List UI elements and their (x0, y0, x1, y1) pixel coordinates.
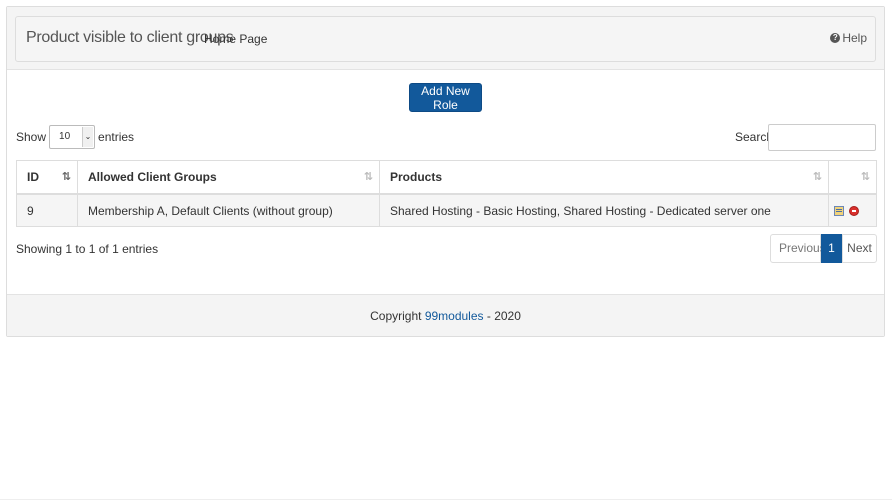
page-header: Product visible to client groups Home Pa… (15, 16, 876, 62)
cell-id: 9 (16, 193, 78, 227)
column-header-groups[interactable]: Allowed Client Groups ⇅ (77, 160, 380, 195)
page-1-button[interactable]: 1 (821, 234, 842, 263)
table-row: 9 Membership A, Default Clients (without… (16, 193, 877, 227)
search-input[interactable] (768, 124, 876, 151)
cell-groups: Membership A, Default Clients (without g… (77, 193, 380, 227)
sort-icon: ⇅ (812, 171, 822, 183)
sort-asc-icon: ⇅ (61, 171, 71, 183)
sort-icon: ⇅ (860, 171, 870, 183)
column-header-id[interactable]: ID ⇅ (16, 160, 78, 195)
sort-icon: ⇅ (363, 171, 373, 183)
next-page-button[interactable]: Next (842, 234, 877, 263)
chevron-down-icon: ⌄ (82, 127, 94, 147)
breadcrumb-home[interactable]: Home Page (204, 32, 267, 46)
delete-icon[interactable] (849, 206, 860, 217)
footer-prefix: Copyright (370, 309, 425, 323)
footer: Copyright 99modules - 2020 (7, 294, 884, 336)
help-label: Help (842, 31, 867, 45)
footer-link[interactable]: 99modules (425, 309, 484, 323)
entries-select[interactable]: 10 ⌄ (49, 125, 96, 149)
add-new-role-button[interactable]: Add New Role (409, 83, 482, 112)
previous-page-button[interactable]: Previous (770, 234, 826, 263)
help-link[interactable]: ? Help (830, 31, 867, 45)
main-panel: Product visible to client groups Home Pa… (6, 6, 885, 337)
entries-label: entries (98, 130, 135, 144)
entries-select-value: 10 (59, 131, 71, 142)
edit-icon[interactable] (834, 206, 844, 217)
column-header-actions[interactable]: ⇅ (828, 160, 877, 195)
column-header-products[interactable]: Products ⇅ (379, 160, 829, 195)
table-info: Showing 1 to 1 of 1 entries (16, 242, 159, 256)
cell-actions (828, 193, 877, 227)
length-menu: Show 10 ⌄ entries (16, 125, 134, 149)
roles-table: ID ⇅ Allowed Client Groups ⇅ Products ⇅ … (16, 160, 877, 227)
divider (0, 499, 892, 500)
cell-products: Shared Hosting - Basic Hosting, Shared H… (379, 193, 829, 227)
table-header-row: ID ⇅ Allowed Client Groups ⇅ Products ⇅ … (16, 160, 877, 195)
show-label: Show (16, 130, 47, 144)
footer-suffix: - 2020 (483, 309, 521, 323)
header-band: Product visible to client groups Home Pa… (7, 7, 884, 70)
pagination: Previous 1 Next (770, 234, 877, 263)
page-title: Product visible to client groups (26, 29, 234, 46)
help-icon: ? (830, 33, 841, 43)
